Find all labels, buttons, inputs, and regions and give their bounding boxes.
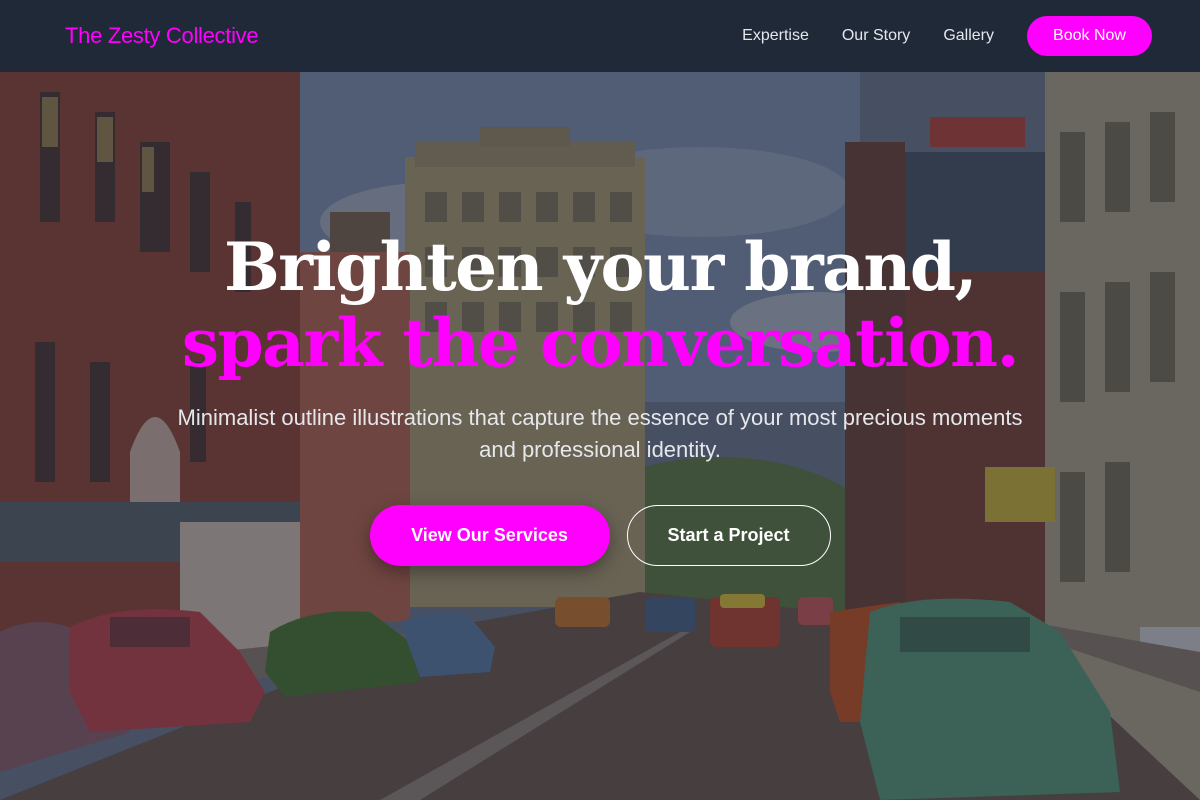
hero-button-group: View Our Services Start a Project — [0, 505, 1200, 566]
top-navbar: The Zesty Collective Expertise Our Story… — [0, 0, 1200, 72]
nav-links: Expertise Our Story Gallery Book Now — [709, 16, 1152, 56]
hero-headline-line-2: spark the conversation. — [181, 304, 1020, 382]
hero-headline-line-1: Brighten your brand, — [223, 228, 978, 306]
view-our-services-button[interactable]: View Our Services — [369, 505, 610, 566]
nav-link-our-story[interactable]: Our Story — [842, 27, 910, 45]
brand-logo[interactable]: The Zesty Collective — [65, 23, 259, 49]
hero-section: Brighten your brand, spark the conversat… — [0, 72, 1200, 800]
nav-link-expertise[interactable]: Expertise — [742, 27, 809, 45]
start-a-project-button[interactable]: Start a Project — [626, 505, 831, 566]
book-now-button[interactable]: Book Now — [1027, 16, 1152, 56]
hero-subtitle: Minimalist outline illustrations that ca… — [177, 405, 1023, 462]
nav-link-gallery[interactable]: Gallery — [943, 27, 994, 45]
